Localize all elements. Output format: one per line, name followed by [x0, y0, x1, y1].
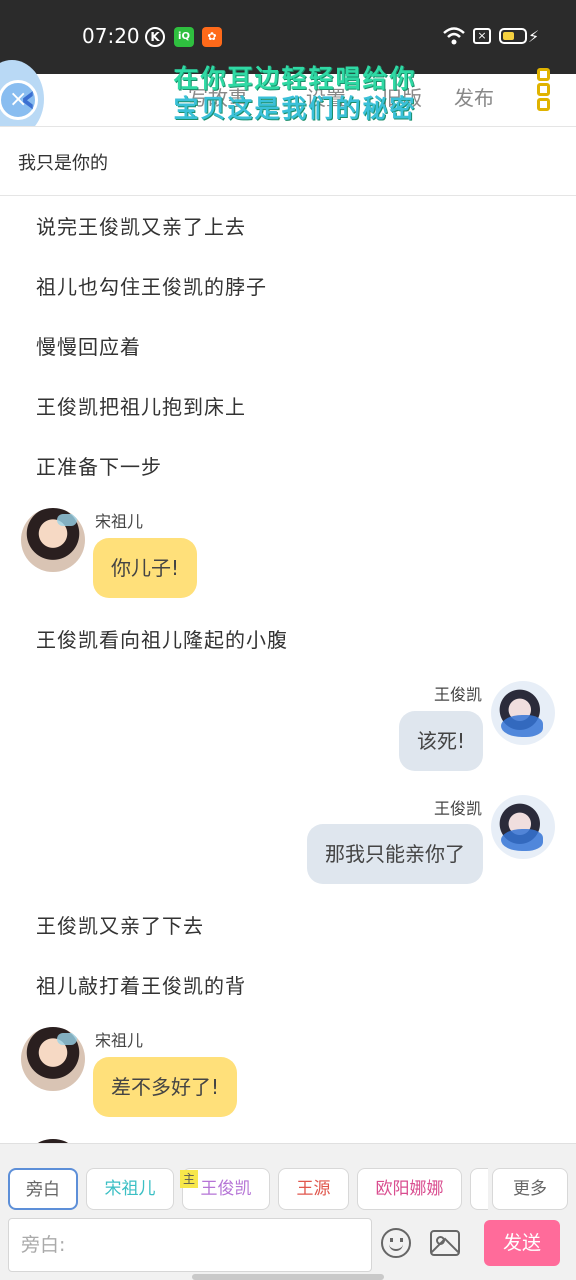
character-chip-narrator[interactable]: 旁白 — [8, 1168, 78, 1210]
character-chip-partial[interactable] — [470, 1168, 488, 1210]
narration-line[interactable]: 祖儿也勾住王俊凯的脖子 — [36, 271, 267, 300]
more-characters-button[interactable]: 更多 — [492, 1168, 568, 1210]
k-icon: K — [145, 27, 165, 47]
battery-icon — [499, 28, 527, 44]
story-content[interactable]: 说完王俊凯又亲了上去 祖儿也勾住王俊凯的脖子 慢慢回应着 王俊凯把祖儿抱到床上 … — [0, 197, 576, 1143]
home-indicator — [192, 1274, 384, 1280]
narration-line[interactable]: 正准备下一步 — [36, 451, 162, 480]
message-input-box[interactable] — [8, 1218, 372, 1272]
kuaishou-icon: ✿ — [202, 27, 222, 47]
character-chip[interactable]: 宋祖儿 — [86, 1168, 174, 1210]
chat-bubble[interactable]: 差不多好了! — [93, 1057, 238, 1117]
top-nav: × ‹ 写故事 设置 旧版 发布 在你耳边轻轻唱给你 宝贝这是我们的秘密 — [0, 60, 576, 138]
chat-bubble[interactable]: 那我只能亲你了 — [307, 824, 483, 884]
narration-line[interactable]: 祖儿敲打着王俊凯的背 — [36, 970, 246, 999]
message-input[interactable] — [9, 1219, 371, 1271]
composer-panel: 旁白 宋祖儿 王俊凯 主 王源 欧阳娜娜 更多 发送 — [0, 1143, 576, 1280]
character-chip[interactable]: 欧阳娜娜 — [357, 1168, 462, 1210]
chat-bubble[interactable]: 你儿子! — [93, 538, 198, 598]
narration-line[interactable]: 说完王俊凯又亲了上去 — [36, 211, 246, 240]
chat-bubble[interactable]: 该死! — [398, 711, 483, 771]
charging-icon: ⚡ — [528, 27, 540, 46]
lyric-line-2: 宝贝这是我们的秘密 — [173, 94, 417, 123]
send-button[interactable]: 发送 — [484, 1220, 560, 1266]
lyric-line-1: 在你耳边轻轻唱给你 — [173, 64, 417, 93]
sim-off-icon: × — [473, 28, 491, 44]
status-bar: 07:20 K iQ ✿ × ⚡ — [0, 0, 576, 74]
narration-line[interactable]: 王俊凯看向祖儿隆起的小腹 — [36, 624, 288, 653]
speaker-name: 宋祖儿 — [95, 512, 144, 531]
speaker-name: 王俊凯 — [433, 685, 482, 704]
avatar[interactable] — [21, 1027, 85, 1091]
wifi-icon — [443, 27, 465, 45]
character-chip[interactable]: 王源 — [278, 1168, 349, 1210]
story-title-row[interactable]: 我只是你的 — [0, 126, 576, 196]
tab-publish[interactable]: 发布 — [454, 82, 494, 111]
avatar[interactable] — [491, 681, 555, 745]
lead-role-badge: 主 — [180, 1170, 198, 1188]
story-title: 我只是你的 — [18, 153, 108, 174]
speaker-name: 宋祖儿 — [95, 1031, 144, 1050]
avatar[interactable] — [21, 508, 85, 572]
menu-icon[interactable] — [536, 68, 556, 114]
clock: 07:20 — [82, 24, 140, 48]
back-icon[interactable]: ‹ — [20, 76, 36, 122]
image-icon[interactable] — [430, 1230, 460, 1256]
avatar[interactable] — [491, 795, 555, 859]
emoji-icon[interactable] — [381, 1228, 411, 1258]
narration-line[interactable]: 慢慢回应着 — [36, 331, 141, 360]
narration-line[interactable]: 王俊凯把祖儿抱到床上 — [36, 391, 246, 420]
speaker-name: 王俊凯 — [433, 799, 482, 818]
iqiyi-icon: iQ — [174, 27, 194, 47]
lyric-overlay: 在你耳边轻轻唱给你 宝贝这是我们的秘密 — [150, 64, 440, 124]
narration-line[interactable]: 王俊凯又亲了下去 — [36, 910, 204, 939]
